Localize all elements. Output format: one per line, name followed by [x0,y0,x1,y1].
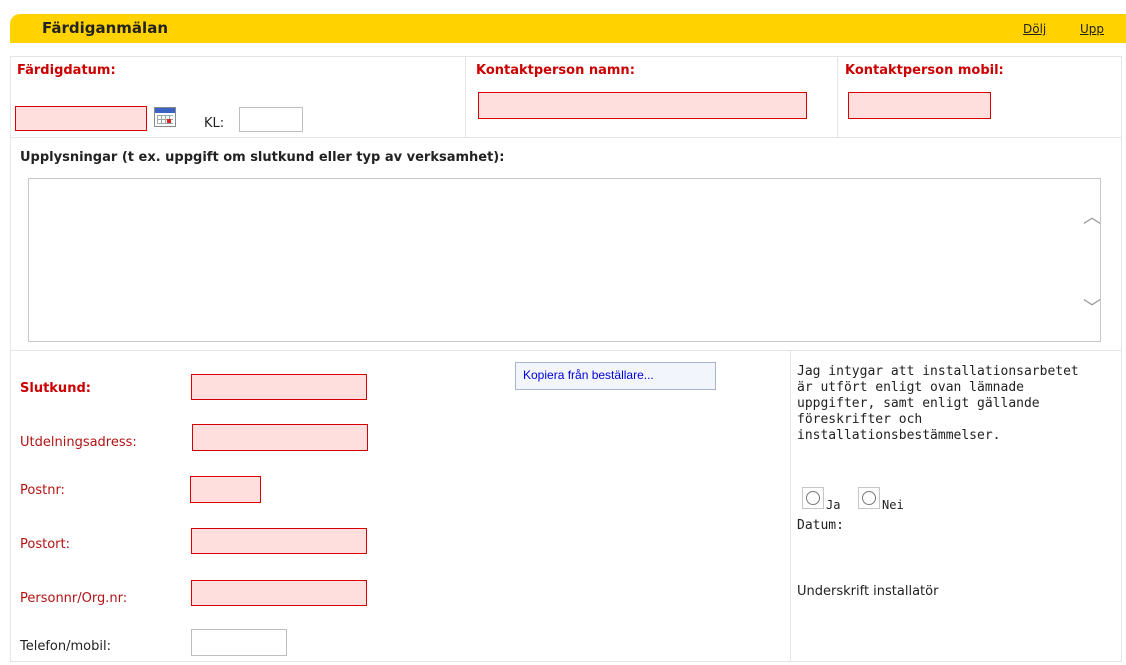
contact-mobile-label: Kontaktperson mobil: [845,63,1004,78]
certification-line: installationsbestämmelser. [797,428,1001,443]
notes-textarea[interactable]: ︿ ﹀ [28,178,1101,342]
postal-code-field[interactable] [190,476,261,503]
up-link[interactable]: Upp [1080,22,1104,36]
section-header: Färdiganmälan Dölj Upp [10,14,1126,43]
time-label: KL: [204,116,225,131]
cert-date-label: Datum: [797,518,844,533]
certification-text: Jag intygar att installationsarbetet är … [797,364,1119,444]
id-number-label: Personnr/Org.nr: [20,591,128,606]
city-label: Postort: [20,537,70,552]
phone-label: Telefon/mobil: [20,639,111,654]
contact-name-field[interactable] [478,92,807,119]
calendar-icon[interactable] [154,107,176,127]
yes-label: Ja [826,498,841,512]
signature-label: Underskrift installatör [797,584,939,599]
divider [10,137,1122,138]
chevron-down-icon[interactable]: ﹀ [1083,294,1101,320]
certification-line: föreskrifter och [797,412,923,427]
chevron-up-icon[interactable]: ︿ [1083,203,1101,229]
completion-date-field[interactable] [15,106,147,131]
contact-mobile-field[interactable] [848,92,991,119]
end-customer-label: Slutkund: [20,381,91,396]
copy-from-orderer-button[interactable]: Kopiera från beställare... [515,362,716,390]
yes-radio[interactable] [802,487,824,509]
certification-line: Jag intygar att installationsarbetet [797,364,1079,379]
address-field[interactable] [192,424,368,451]
certification-line: är utfört enligt ovan lämnade [797,380,1024,395]
certification-line: uppgifter, samt enligt gällande [797,396,1040,411]
contact-name-label: Kontaktperson namn: [476,63,635,78]
end-customer-field[interactable] [191,374,367,400]
phone-field[interactable] [191,629,287,656]
no-radio[interactable] [858,487,880,509]
notes-label: Upplysningar (t ex. uppgift om slutkund … [20,150,505,165]
divider [10,350,1122,351]
postal-code-label: Postnr: [20,483,65,498]
form-frame [10,56,1122,662]
time-field[interactable] [239,107,303,132]
section-title: Färdiganmälan [42,19,168,37]
no-label: Nei [882,498,904,512]
divider [465,56,466,137]
city-field[interactable] [191,528,367,554]
divider [790,350,791,662]
completion-date-label: Färdigdatum: [17,63,116,78]
divider [837,56,838,137]
hide-link[interactable]: Dölj [1023,22,1046,36]
id-number-field[interactable] [191,580,367,606]
address-label: Utdelningsadress: [20,435,137,450]
